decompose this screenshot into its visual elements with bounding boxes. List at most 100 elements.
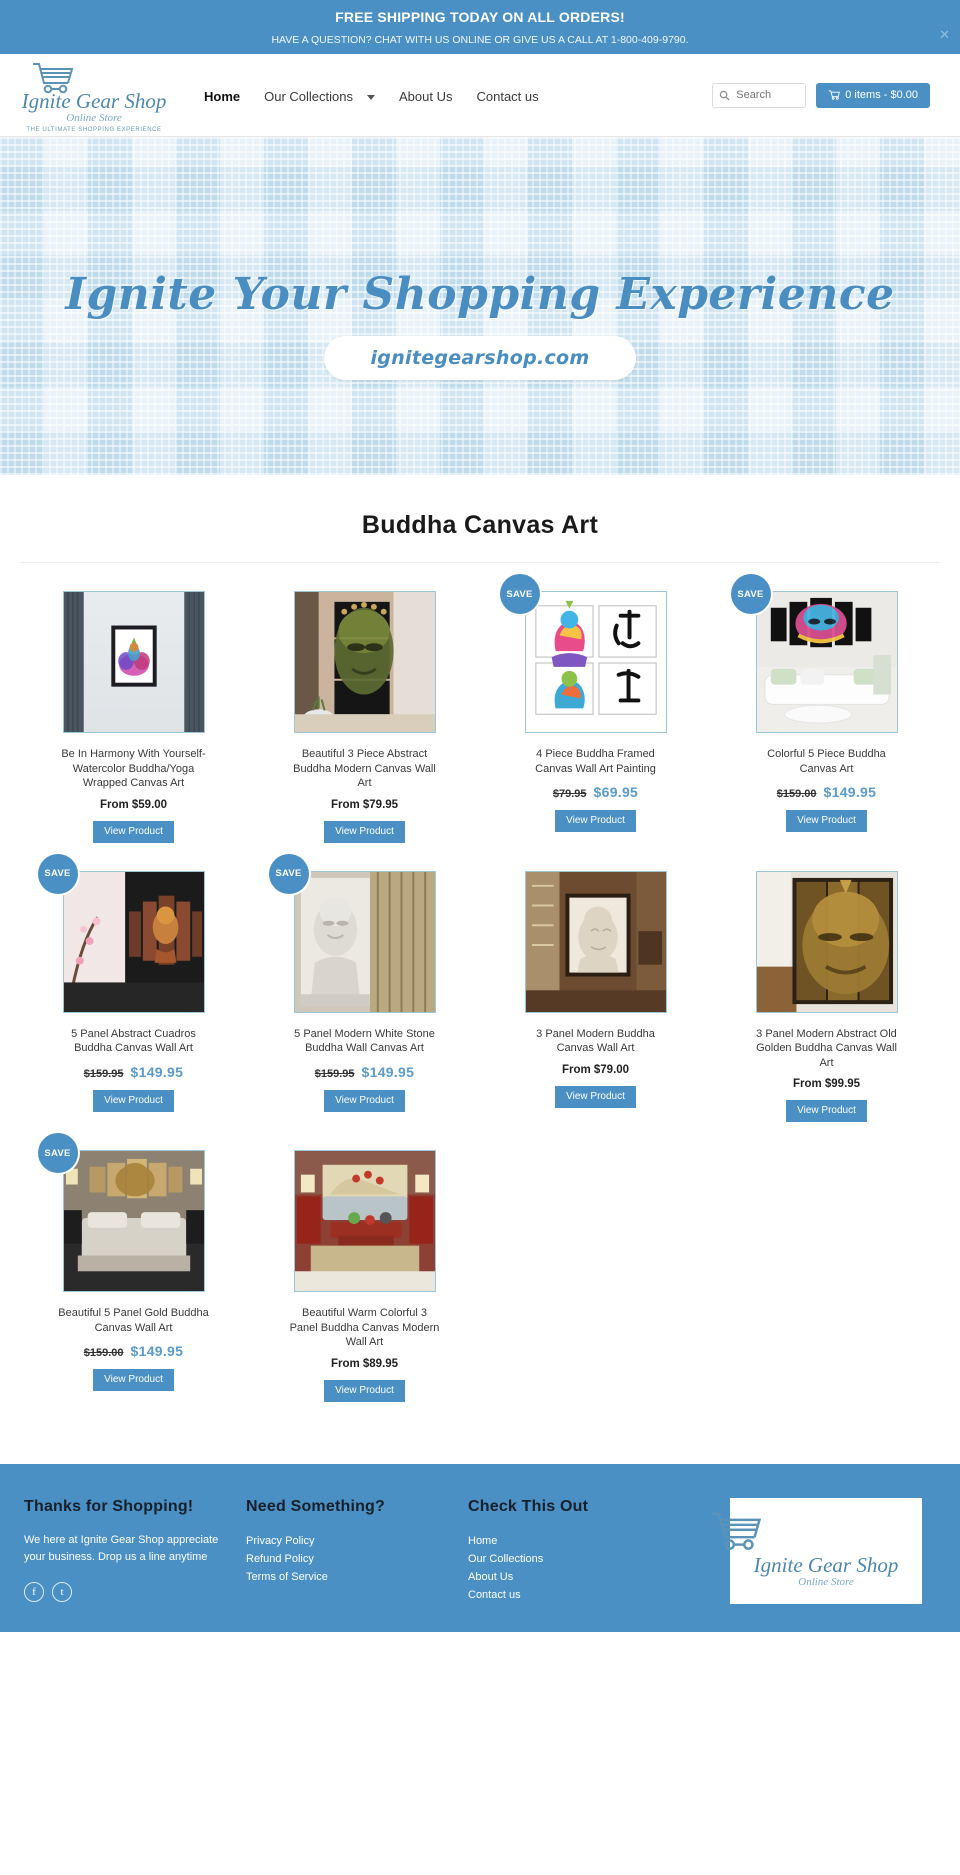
product-image-wrap[interactable]: SAVE	[37, 1133, 205, 1292]
site-footer: Thanks for Shopping! We here at Ignite G…	[0, 1463, 960, 1632]
footer-column-need-something: Need Something? Privacy Policy Refund Po…	[246, 1498, 468, 1604]
product-image-wrap[interactable]: SAVE	[37, 853, 205, 1013]
chevron-down-icon	[367, 94, 375, 100]
nav-item-about-us[interactable]: About Us	[387, 83, 464, 110]
twitter-icon[interactable]: t	[52, 1581, 72, 1602]
footer-link-our-collections[interactable]: Our Collections	[468, 1550, 676, 1568]
footer-link-terms-of-service[interactable]: Terms of Service	[246, 1568, 454, 1586]
view-product-button[interactable]: View Product	[93, 1089, 174, 1112]
view-product-button[interactable]: View Product	[324, 1089, 405, 1112]
product-card[interactable]: SAVE Colorful 5 Piece Buddha Canvas Art …	[711, 574, 942, 871]
footer-logo-script: Online Store	[798, 1575, 854, 1588]
product-original-price: $159.00	[776, 788, 817, 800]
footer-link-contact-us[interactable]: Contact us	[468, 1586, 676, 1604]
product-image[interactable]	[293, 1150, 436, 1292]
product-image[interactable]	[293, 591, 436, 733]
footer-link-about-us[interactable]: About Us	[468, 1568, 676, 1586]
footer-logo[interactable]: Ignite Gear Shop Online Store	[711, 1497, 922, 1604]
product-price-row: $159.95 $149.95	[84, 1064, 183, 1080]
save-badge: SAVE	[499, 574, 540, 614]
product-image[interactable]	[62, 591, 205, 733]
site-header: Ignite Gear Shop Online Store THE ULTIMA…	[0, 54, 960, 137]
product-price: From $79.95	[330, 798, 399, 811]
product-image-wrap[interactable]	[293, 1150, 436, 1292]
close-icon[interactable]: ✕	[939, 28, 950, 41]
product-title: 5 Panel Abstract Cuadros Buddha Canvas W…	[71, 1027, 196, 1055]
product-card[interactable]: SAVE 5 Panel Modern White Stone Buddha W…	[249, 853, 480, 1151]
product-price-row: $159.95 $149.95	[315, 1064, 414, 1080]
save-badge: SAVE	[730, 574, 771, 614]
product-image[interactable]	[524, 591, 667, 733]
cart-label: 0 items - $0.00	[845, 89, 918, 101]
product-title: Beautiful 5 Panel Gold Buddha Canvas Wal…	[58, 1307, 209, 1334]
logo-wordmark: Ignite Gear Shop	[21, 89, 167, 113]
product-title: 3 Panel Modern Buddha Canvas Wall Art	[536, 1027, 655, 1055]
product-image[interactable]	[293, 870, 436, 1013]
shopping-cart-icon	[711, 1510, 912, 1552]
hero-domain-pill: ignitegearshop.com	[324, 335, 636, 380]
nav-item-contact-us[interactable]: Contact us	[464, 83, 550, 110]
view-product-button[interactable]: View Product	[555, 810, 636, 832]
hero-banner: Ignite Your Shopping Experience ignitege…	[0, 137, 960, 475]
product-title: 4 Piece Buddha Framed Canvas Wall Art Pa…	[535, 748, 656, 775]
product-image[interactable]	[755, 591, 898, 733]
logo-script: Online Store	[66, 112, 122, 124]
nav-item-our-collections[interactable]: Our Collections	[252, 83, 387, 110]
footer-link-home[interactable]: Home	[468, 1532, 676, 1550]
product-image-wrap[interactable]: SAVE	[499, 574, 667, 733]
footer-link-privacy-policy[interactable]: Privacy Policy	[246, 1532, 454, 1550]
view-product-button[interactable]: View Product	[93, 1369, 174, 1391]
search-box[interactable]	[712, 82, 807, 108]
product-image-wrap[interactable]: SAVE	[268, 853, 436, 1013]
product-title: Colorful 5 Piece Buddha Canvas Art	[767, 748, 886, 775]
product-image-wrap[interactable]: SAVE	[730, 574, 898, 733]
product-title: Beautiful 3 Piece Abstract Buddha Modern…	[293, 748, 436, 789]
footer-column-thanks: Thanks for Shopping! We here at Ignite G…	[24, 1498, 246, 1604]
product-card[interactable]: SAVE 5 Panel Abstract Cuadros Buddha Can…	[18, 853, 249, 1151]
product-price-row: $159.00 $149.95	[777, 784, 876, 800]
product-card[interactable]: Be In Harmony With Yourself-Watercolor B…	[18, 591, 249, 871]
product-card[interactable]: Beautiful 3 Piece Abstract Buddha Modern…	[249, 591, 480, 871]
product-price-row: From $99.95	[793, 1078, 860, 1090]
product-image-wrap[interactable]	[62, 591, 205, 733]
product-sale-price: $149.95	[130, 1063, 184, 1080]
announcement-bar: FREE SHIPPING TODAY ON ALL ORDERS! HAVE …	[0, 0, 960, 54]
product-card[interactable]: 3 Panel Modern Buddha Canvas Wall Art Fr…	[480, 870, 711, 1151]
product-card[interactable]: Beautiful Warm Colorful 3 Panel Buddha C…	[249, 1150, 480, 1430]
view-product-button[interactable]: View Product	[93, 820, 174, 843]
product-price-row: From $79.95	[331, 799, 398, 811]
product-image-wrap[interactable]	[524, 870, 667, 1013]
footer-logo-wordmark: Ignite Gear Shop	[753, 1552, 899, 1577]
header-actions: 0 items - $0.00	[712, 82, 946, 108]
main-navigation: Home Our Collections About Us Contact us	[192, 81, 551, 110]
view-product-button[interactable]: View Product	[786, 810, 867, 832]
view-product-button[interactable]: View Product	[786, 1100, 867, 1122]
product-card[interactable]: 3 Panel Modern Abstract Old Golden Buddh…	[711, 870, 942, 1151]
search-input[interactable]	[734, 88, 800, 102]
product-image-wrap[interactable]	[755, 870, 898, 1013]
save-badge: SAVE	[37, 853, 78, 894]
facebook-icon[interactable]: f	[24, 1581, 44, 1602]
view-product-button[interactable]: View Product	[324, 1379, 405, 1402]
view-product-button[interactable]: View Product	[324, 820, 405, 843]
product-original-price: $159.00	[83, 1347, 124, 1359]
save-badge: SAVE	[37, 1133, 78, 1173]
nav-item-home[interactable]: Home	[192, 83, 252, 110]
nav-item-label: Our Collections	[264, 88, 353, 104]
product-image-wrap[interactable]	[293, 591, 436, 733]
product-image[interactable]	[62, 870, 205, 1013]
page-title: Buddha Canvas Art	[361, 511, 599, 539]
view-product-button[interactable]: View Product	[555, 1085, 636, 1108]
footer-link-refund-policy[interactable]: Refund Policy	[246, 1550, 454, 1568]
site-logo[interactable]: Ignite Gear Shop Online Store THE ULTIMA…	[14, 57, 174, 133]
product-card[interactable]: SAVE 4 Piece Buddha Framed Canvas Wall A…	[480, 574, 711, 871]
product-image[interactable]	[62, 1150, 205, 1292]
product-image[interactable]	[755, 870, 898, 1013]
product-image[interactable]	[524, 870, 667, 1013]
footer-about-text: We here at Ignite Gear Shop appreciate y…	[24, 1533, 219, 1563]
product-title: 3 Panel Modern Abstract Old Golden Buddh…	[756, 1027, 897, 1069]
announcement-subline: HAVE A QUESTION? CHAT WITH US ONLINE OR …	[271, 34, 689, 46]
product-card[interactable]: SAVE Beautiful 5 Panel Gold Buddha Canva…	[18, 1133, 249, 1430]
hero-title: Ignite Your Shopping Experience	[65, 268, 895, 320]
cart-button[interactable]: 0 items - $0.00	[816, 82, 930, 108]
